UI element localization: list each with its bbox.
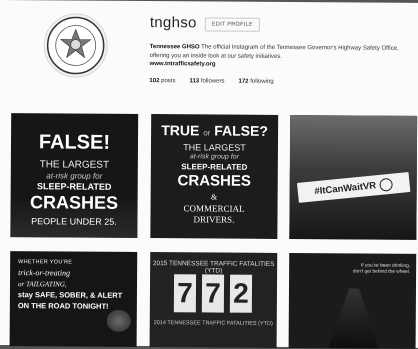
instagram-profile-page: tnghso EDIT PROFILE Tennessee GHSO The o… [0, 0, 418, 349]
post-line: don't get behind the wheel. [352, 269, 411, 275]
post-headline: FALSE! [38, 131, 111, 154]
posts-label: posts [161, 78, 176, 85]
post-line: COMMERCIAL [183, 203, 245, 214]
bio-name: Tennessee GHSO [149, 44, 200, 51]
or-word: or [203, 128, 211, 138]
true-word: TRUE [161, 122, 200, 139]
post-line: SLEEP-RELATED [36, 181, 112, 192]
post-line: & [210, 192, 218, 202]
post-thumbnail-road[interactable]: If you've been drinking, don't get behin… [288, 253, 417, 349]
following-count[interactable]: 172 following [238, 79, 273, 85]
post-line: DRIVERS. [193, 214, 235, 225]
post-thumbnail-itcanwait[interactable]: #ItCanWaitVR [289, 115, 418, 240]
post-line: trick-or-treating [18, 268, 71, 278]
post-line: or TAILGATING, [17, 280, 67, 289]
post-headline: TRUE or FALSE? [151, 122, 278, 139]
ghso-seal-icon [46, 16, 105, 75]
profile-avatar[interactable] [43, 13, 108, 78]
following-number: 172 [238, 78, 249, 85]
posts-number: 102 [149, 78, 160, 85]
post-line: stay SAFE, SOBER, & ALERT [17, 290, 123, 300]
post-line: THE LARGEST [39, 159, 110, 171]
banner-text: #ItCanWaitVR [313, 179, 377, 197]
post-line: WHETHER YOU'RE [18, 259, 73, 266]
following-label: following [250, 78, 274, 85]
counter-digit: 7 [173, 274, 197, 313]
post-thumbnail-fatalities[interactable]: 2015 TENNESSEE TRAFFIC FATALITIES (YTD) … [149, 252, 278, 348]
post-thumbnail-false-sleep-crashes[interactable]: FALSE! THE LARGEST at-risk group for SLE… [10, 113, 139, 238]
post-line: 2014 TENNESSEE TRAFFIC FATALITIES (YTD) [153, 320, 273, 327]
post-line: CRASHES [177, 172, 251, 190]
false-word: FALSE? [214, 122, 268, 139]
post-line: THE LARGEST [183, 142, 246, 153]
followers-label: followers [200, 78, 225, 85]
bio-website-link[interactable]: www.tntrafficsafety.org [150, 61, 216, 67]
att-globe-icon [379, 177, 394, 192]
post-thumbnail-true-or-false[interactable]: TRUE or FALSE? THE LARGEST at-risk group… [150, 114, 279, 239]
profile-username: tnghso [149, 14, 197, 32]
followers-count[interactable]: 113 followers [189, 78, 224, 84]
pumpkin-icon [106, 309, 131, 332]
post-line: PEOPLE UNDER 25. [31, 216, 117, 227]
counter-digit: 7 [201, 274, 225, 313]
fatality-counter: 7 7 2 [173, 274, 253, 313]
counter-digit: 2 [229, 274, 253, 313]
followers-number: 113 [189, 78, 200, 85]
profile-stats: 102 posts 113 followers 172 following [149, 78, 273, 85]
post-line: at-risk group for [189, 153, 239, 161]
post-line: at-risk group for [46, 171, 103, 181]
profile-bio: Tennessee GHSO The official Instagram of… [150, 43, 410, 70]
post-line: SLEEP-RELATED [181, 162, 248, 172]
road-image [329, 288, 379, 348]
post-line: ON THE ROAD TONIGHT! [17, 301, 109, 311]
post-line: CRASHES [30, 192, 119, 213]
posts-count: 102 posts [149, 78, 175, 84]
post-caption: If you've been drinking, don't get behin… [353, 263, 410, 275]
edit-profile-button[interactable]: EDIT PROFILE [204, 17, 260, 32]
post-line: 2015 TENNESSEE TRAFFIC FATALITIES (YTD) [152, 260, 275, 275]
photo-background [289, 115, 418, 171]
